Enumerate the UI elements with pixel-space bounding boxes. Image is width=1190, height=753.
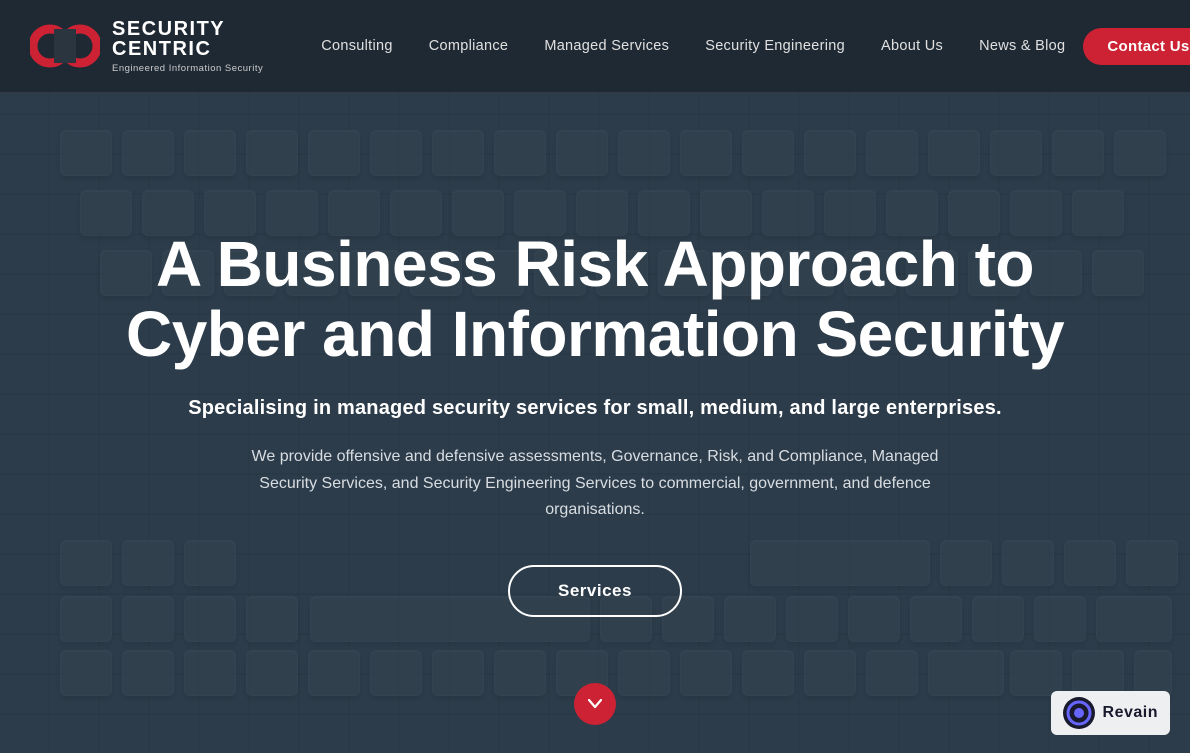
nav-link-consulting[interactable]: Consulting xyxy=(303,38,411,54)
revain-icon xyxy=(1063,697,1095,729)
logo-name: SECURITY CENTRIC xyxy=(112,19,263,59)
revain-label: Revain xyxy=(1103,704,1158,722)
chevron-down-icon xyxy=(588,699,602,709)
hero-description: We provide offensive and defensive asses… xyxy=(235,444,955,523)
services-button[interactable]: Services xyxy=(508,565,682,617)
hero-title: A Business Risk Approach to Cyber and In… xyxy=(120,229,1070,370)
contact-button[interactable]: Contact Us xyxy=(1083,28,1190,65)
nav-link-compliance[interactable]: Compliance xyxy=(411,38,527,54)
nav-right: Contact Us xyxy=(1083,28,1190,65)
nav-link-about-us[interactable]: About Us xyxy=(863,38,961,54)
nav-link-managed-services[interactable]: Managed Services xyxy=(526,38,687,54)
hero-section: A Business Risk Approach to Cyber and In… xyxy=(0,93,1190,753)
navbar: SECURITY CENTRIC Engineered Information … xyxy=(0,0,1190,93)
logo-icon xyxy=(30,16,100,76)
logo-tagline: Engineered Information Security xyxy=(112,63,263,74)
logo-line1: SECURITY xyxy=(112,18,225,40)
nav-links: Consulting Compliance Managed Services S… xyxy=(303,38,1083,54)
logo-line2: CENTRIC xyxy=(112,38,211,60)
hero-subtitle: Specialising in managed security service… xyxy=(188,397,1002,420)
nav-link-security-engineering[interactable]: Security Engineering xyxy=(687,38,863,54)
logo-text: SECURITY CENTRIC Engineered Information … xyxy=(112,19,263,74)
nav-link-news-blog[interactable]: News & Blog xyxy=(961,38,1083,54)
logo[interactable]: SECURITY CENTRIC Engineered Information … xyxy=(30,16,263,76)
scroll-down-button[interactable] xyxy=(574,683,616,725)
revain-badge: Revain xyxy=(1051,691,1170,735)
